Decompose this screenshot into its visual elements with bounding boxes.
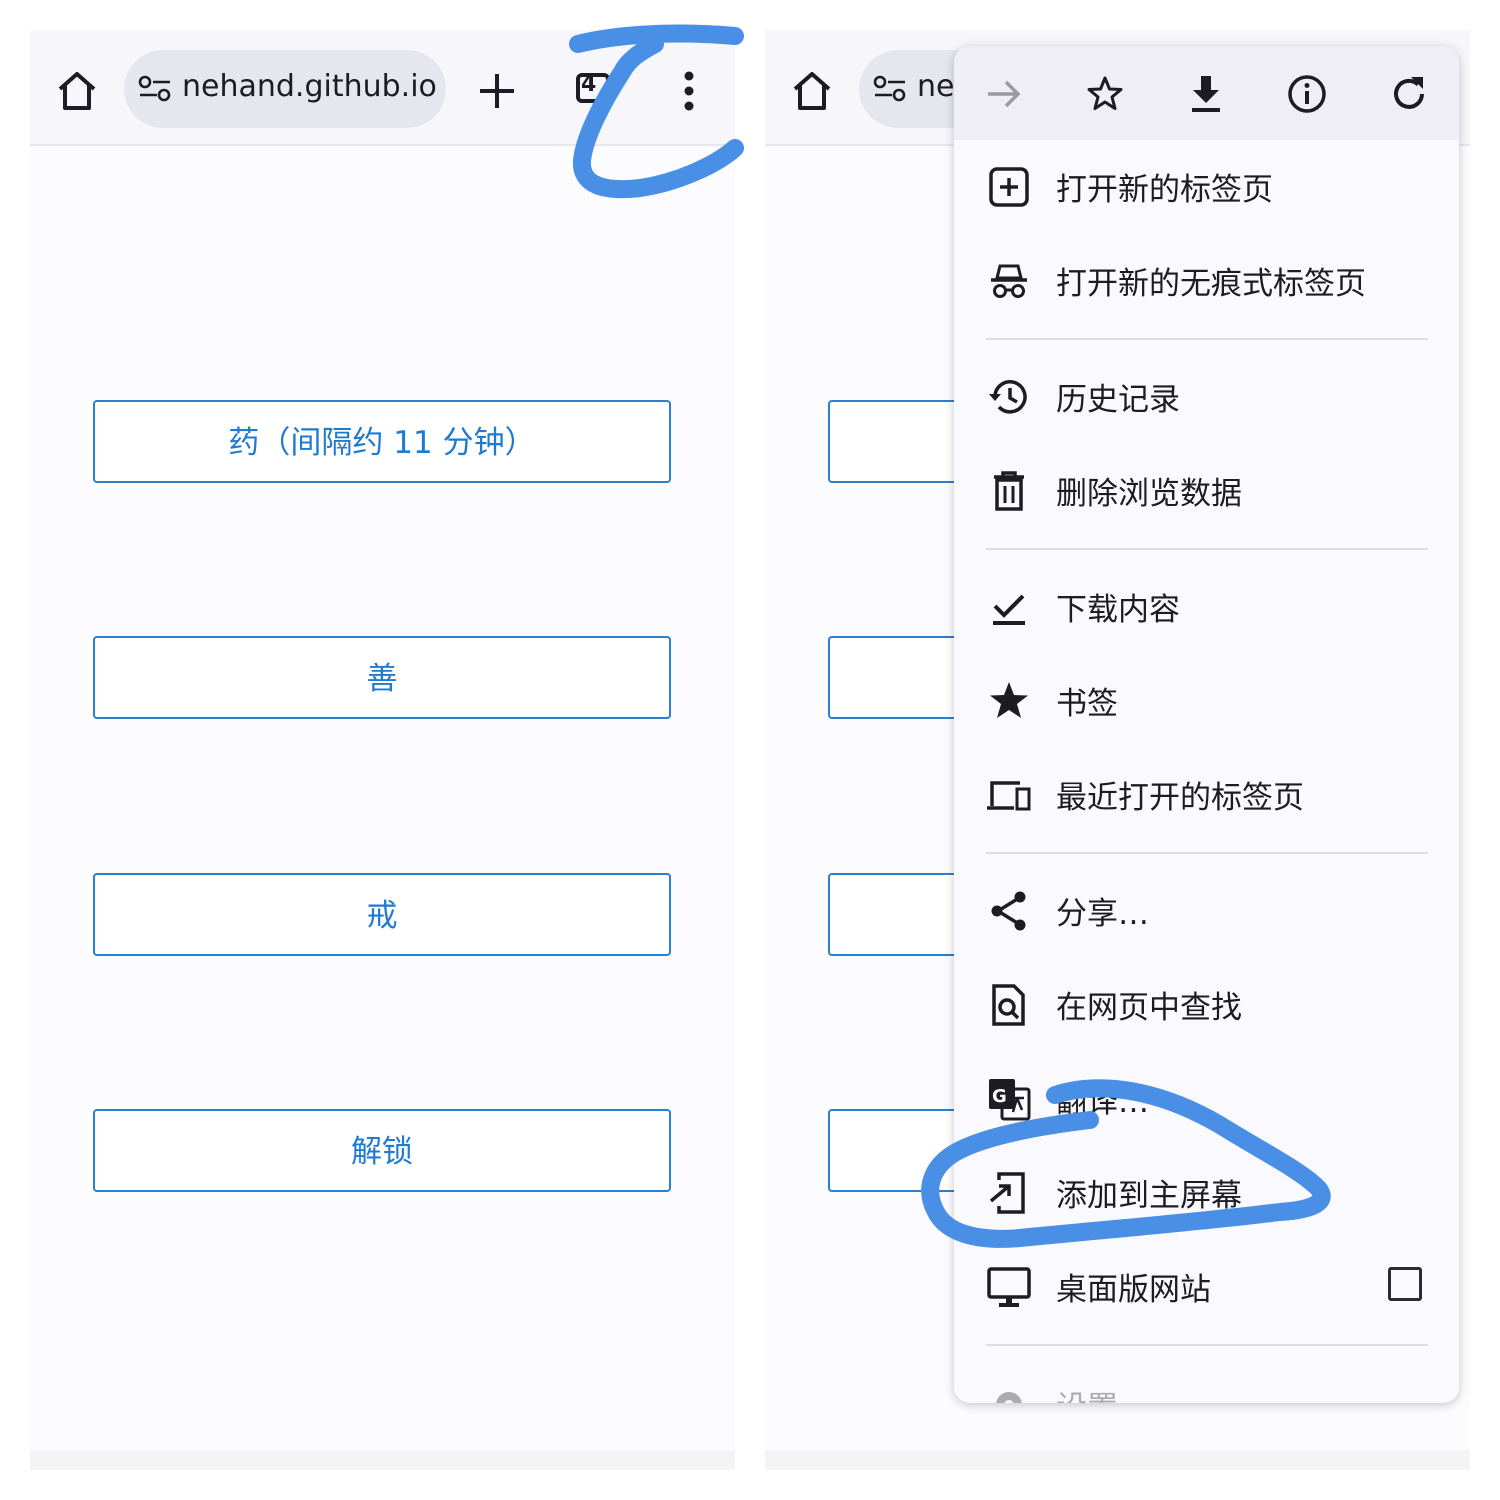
bottom-bar bbox=[30, 1450, 735, 1470]
menu-item-downloads[interactable]: 下载内容 bbox=[954, 562, 1459, 652]
bookmark-star-icon[interactable] bbox=[1083, 72, 1127, 116]
svg-text:G: G bbox=[992, 1086, 1007, 1107]
menu-item-incognito-tab[interactable]: 打开新的无痕式标签页 bbox=[954, 236, 1459, 326]
url-text[interactable]: ne bbox=[917, 69, 954, 104]
menu-item-label: 添加到主屏幕 bbox=[1056, 1178, 1242, 1214]
menu-item-label: 桌面版网站 bbox=[1056, 1272, 1211, 1308]
devices-icon bbox=[987, 781, 1031, 811]
good-button[interactable]: 善 bbox=[93, 636, 671, 719]
url-text[interactable]: nehand.github.io bbox=[182, 69, 437, 104]
menu-item-label: 书签 bbox=[1056, 686, 1118, 722]
menu-item-add-to-home[interactable]: 添加到主屏幕 bbox=[954, 1148, 1459, 1238]
info-icon[interactable] bbox=[1285, 72, 1329, 116]
site-settings-icon[interactable] bbox=[873, 75, 907, 103]
menu-divider bbox=[986, 338, 1428, 340]
translate-icon: G bbox=[989, 1079, 1031, 1121]
menu-divider bbox=[986, 548, 1428, 550]
overflow-menu: 打开新的标签页 打开新的无痕式标签页 历史记录 删除浏览数据 下载内容 书签 最… bbox=[954, 46, 1459, 1403]
download-icon[interactable] bbox=[1184, 72, 1228, 116]
downloads-check-icon bbox=[993, 594, 1025, 625]
menu-item-new-tab[interactable]: 打开新的标签页 bbox=[954, 142, 1459, 232]
browser-toolbar: nehand.github.io 4 bbox=[30, 30, 735, 146]
quit-button[interactable]: 戒 bbox=[93, 873, 671, 956]
menu-item-clear-data[interactable]: 删除浏览数据 bbox=[954, 446, 1459, 536]
menu-item-label: 打开新的无痕式标签页 bbox=[1056, 266, 1366, 302]
address-bar[interactable]: nehand.github.io bbox=[124, 50, 446, 128]
menu-divider bbox=[986, 1344, 1428, 1346]
more-vert-icon[interactable] bbox=[676, 68, 702, 114]
menu-item-label: 下载内容 bbox=[1056, 592, 1180, 628]
browser-panel-left: nehand.github.io 4 药（间隔约 11 分钟） 善 戒 解锁 bbox=[30, 30, 735, 1470]
menu-item-recent-tabs[interactable]: 最近打开的标签页 bbox=[954, 750, 1459, 840]
menu-action-bar bbox=[954, 46, 1459, 140]
menu-item-share[interactable]: 分享… bbox=[954, 866, 1459, 956]
history-icon bbox=[989, 380, 1027, 414]
incognito-icon bbox=[991, 264, 1027, 298]
menu-item-label: 设置 bbox=[1056, 1382, 1118, 1403]
tab-switcher-button[interactable]: 4 bbox=[576, 73, 610, 103]
home-icon[interactable] bbox=[787, 66, 837, 116]
star-icon bbox=[990, 682, 1028, 718]
menu-item-bookmarks[interactable]: 书签 bbox=[954, 656, 1459, 746]
home-icon[interactable] bbox=[52, 66, 102, 116]
menu-item-label: 删除浏览数据 bbox=[1056, 476, 1242, 512]
menu-divider bbox=[986, 852, 1428, 854]
menu-item-translate[interactable]: G 翻译… bbox=[954, 1054, 1459, 1144]
share-icon bbox=[991, 891, 1026, 931]
unlock-button[interactable]: 解锁 bbox=[93, 1109, 671, 1192]
desktop-icon bbox=[987, 1267, 1031, 1307]
menu-item-label: 历史记录 bbox=[1056, 382, 1180, 418]
trash-icon bbox=[994, 471, 1024, 511]
desktop-site-checkbox[interactable] bbox=[1388, 1267, 1422, 1301]
site-settings-icon[interactable] bbox=[138, 75, 172, 103]
menu-item-label: 打开新的标签页 bbox=[1056, 172, 1273, 208]
menu-item-find-in-page[interactable]: 在网页中查找 bbox=[954, 960, 1459, 1050]
menu-item-history[interactable]: 历史记录 bbox=[954, 352, 1459, 442]
menu-item-desktop-site[interactable]: 桌面版网站 bbox=[954, 1242, 1459, 1332]
find-in-page-icon bbox=[992, 984, 1025, 1026]
menu-item-label: 分享… bbox=[1056, 896, 1149, 932]
new-tab-plus-icon[interactable] bbox=[474, 68, 520, 114]
menu-item-label: 在网页中查找 bbox=[1056, 990, 1242, 1026]
menu-item-label: 最近打开的标签页 bbox=[1056, 780, 1304, 816]
gear-icon bbox=[996, 1392, 1022, 1403]
menu-item-label: 翻译… bbox=[1056, 1084, 1149, 1120]
medicine-button[interactable]: 药（间隔约 11 分钟） bbox=[93, 400, 671, 483]
new-tab-icon bbox=[989, 167, 1029, 207]
menu-item-settings[interactable]: 设置 bbox=[954, 1360, 1459, 1403]
bottom-bar bbox=[765, 1450, 1470, 1470]
forward-icon[interactable] bbox=[982, 72, 1026, 116]
tab-count: 4 bbox=[581, 73, 597, 97]
add-to-home-icon bbox=[989, 1172, 1025, 1214]
reload-icon[interactable] bbox=[1387, 72, 1431, 116]
